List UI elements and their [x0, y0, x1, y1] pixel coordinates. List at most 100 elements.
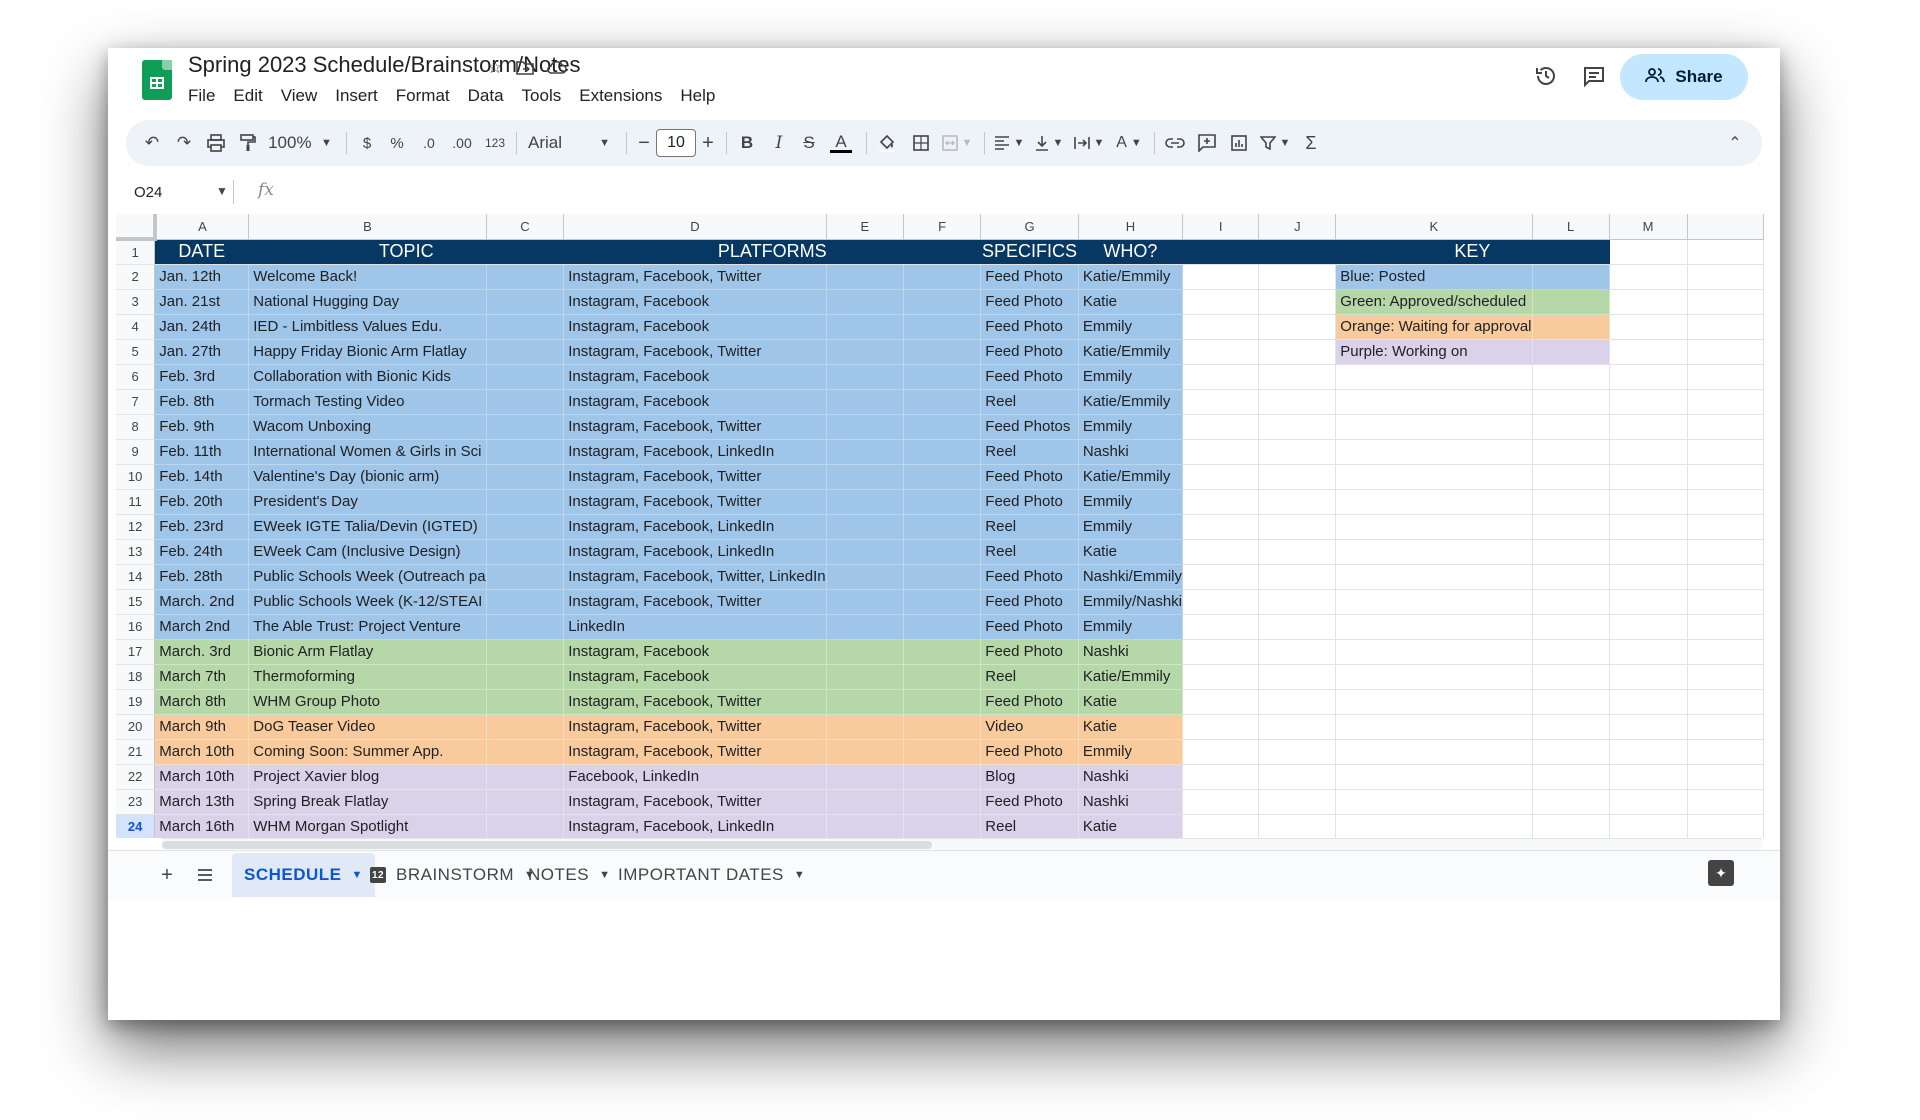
column-header[interactable]: K	[1335, 214, 1533, 240]
grid-cell[interactable]	[1182, 414, 1260, 440]
share-button[interactable]: Share	[1620, 54, 1748, 100]
grid-cell[interactable]	[1182, 764, 1260, 790]
cell-platforms[interactable]: Instagram, Facebook, Twitter	[563, 414, 827, 440]
cell-platforms[interactable]: Instagram, Facebook, Twitter	[563, 264, 827, 290]
font-select[interactable]: Arial ▼	[524, 120, 614, 166]
column-header[interactable]: E	[826, 214, 905, 240]
cell-specifics[interactable]: Reel	[980, 514, 1079, 540]
cell-topic-overflow[interactable]	[486, 739, 565, 765]
key-item[interactable]: Green: Approved/scheduled	[1335, 289, 1533, 315]
cell-topic-overflow[interactable]	[486, 689, 565, 715]
cell-topic[interactable]: EWeek IGTE Talia/Devin (IGTED)	[248, 514, 487, 540]
cell-date[interactable]: Feb. 24th	[154, 539, 250, 565]
menu-edit[interactable]: Edit	[224, 86, 271, 106]
grid-cell[interactable]	[1687, 564, 1764, 590]
grid-cell[interactable]	[1687, 514, 1764, 540]
cell-topic[interactable]: Valentine's Day (bionic arm)	[248, 464, 487, 490]
grid-cell[interactable]	[1182, 364, 1260, 390]
cell-platforms-overflow[interactable]	[826, 364, 905, 390]
cell-topic[interactable]: International Women & Girls in Sci	[248, 439, 487, 465]
header-who[interactable]: WHO?	[1078, 239, 1184, 265]
row-number[interactable]: 12	[116, 514, 156, 540]
cell-platforms[interactable]: Instagram, Facebook, Twitter	[563, 714, 827, 740]
grid-cell[interactable]	[1532, 464, 1610, 490]
cell-platforms[interactable]: Instagram, Facebook	[563, 289, 827, 315]
cell-date[interactable]: March. 3rd	[154, 639, 250, 665]
grid-cell[interactable]	[1687, 664, 1764, 690]
sheet-tab-notes[interactable]: NOTES ▼	[518, 853, 620, 897]
cell-topic-overflow[interactable]	[486, 464, 565, 490]
cell-platforms-overflow[interactable]	[826, 464, 905, 490]
cell-date[interactable]: March 8th	[154, 689, 250, 715]
row-number[interactable]: 22	[116, 764, 156, 790]
decrease-decimal-button[interactable]: .0	[414, 120, 444, 166]
cell-topic[interactable]: Thermoforming	[248, 664, 487, 690]
cell-date[interactable]: March 9th	[154, 714, 250, 740]
cell-date[interactable]: Feb. 28th	[154, 564, 250, 590]
key-item[interactable]: Orange: Waiting for approval	[1335, 314, 1533, 340]
cell-specifics[interactable]: Feed Photo	[980, 264, 1079, 290]
cell-topic-overflow[interactable]	[486, 814, 565, 838]
cell-topic-overflow[interactable]	[486, 289, 565, 315]
grid-cell[interactable]	[1182, 739, 1260, 765]
cell-who[interactable]: Nashki	[1078, 439, 1184, 465]
undo-icon[interactable]: ↶	[138, 120, 166, 166]
grid-cell[interactable]	[1609, 664, 1688, 690]
menu-format[interactable]: Format	[387, 86, 459, 106]
header-platforms[interactable]: PLATFORMS	[563, 239, 982, 265]
cell-specifics[interactable]: Feed Photo	[980, 589, 1079, 615]
grid-cell[interactable]	[1258, 539, 1337, 565]
history-icon[interactable]	[1532, 62, 1560, 90]
cell-topic-overflow[interactable]	[486, 539, 565, 565]
cell-who[interactable]: Emmily	[1078, 739, 1184, 765]
cell-topic[interactable]: Spring Break Flatlay	[248, 789, 487, 815]
grid-cell[interactable]	[1532, 689, 1610, 715]
cell-specifics[interactable]: Feed Photos	[980, 414, 1079, 440]
cell-date[interactable]: March 13th	[154, 789, 250, 815]
cell-topic[interactable]: WHM Group Photo	[248, 689, 487, 715]
grid-cell[interactable]	[1609, 289, 1688, 315]
grid-cell[interactable]	[1609, 514, 1688, 540]
bold-icon[interactable]: B	[734, 120, 760, 166]
cell-platforms-overflow[interactable]	[826, 639, 905, 665]
cell-platforms[interactable]: Instagram, Facebook	[563, 389, 827, 415]
cell-platforms-overflow[interactable]	[903, 639, 982, 665]
grid-cell[interactable]	[1182, 339, 1260, 365]
grid-cell[interactable]	[1182, 439, 1260, 465]
italic-icon[interactable]: I	[766, 120, 792, 166]
row-number[interactable]: 4	[116, 314, 156, 340]
cell-platforms[interactable]: Instagram, Facebook, Twitter	[563, 789, 827, 815]
cell-topic[interactable]: DoG Teaser Video	[248, 714, 487, 740]
cell-topic-overflow[interactable]	[486, 714, 565, 740]
menu-data[interactable]: Data	[459, 86, 513, 106]
grid-cell[interactable]	[1609, 739, 1688, 765]
grid-cell[interactable]	[1687, 239, 1764, 265]
grid-cell[interactable]	[1532, 814, 1610, 838]
row-number[interactable]: 19	[116, 689, 156, 715]
header-key[interactable]: KEY	[1335, 239, 1610, 265]
cell-who[interactable]: Emmily	[1078, 614, 1184, 640]
cell-date[interactable]: March 10th	[154, 739, 250, 765]
font-size-input[interactable]: 10	[656, 129, 696, 157]
grid-cell[interactable]	[1532, 439, 1610, 465]
cell-topic[interactable]: Public Schools Week (Outreach pa	[248, 564, 487, 590]
cell-topic[interactable]: Bionic Arm Flatlay	[248, 639, 487, 665]
grid-cell[interactable]	[1687, 689, 1764, 715]
column-header[interactable]: D	[563, 214, 827, 240]
comment-icon[interactable]	[1192, 120, 1222, 166]
collapse-icon[interactable]: ⌃	[1722, 120, 1748, 166]
cell-topic-overflow[interactable]	[486, 489, 565, 515]
grid-cell[interactable]	[1609, 489, 1688, 515]
grid-cell[interactable]	[1687, 814, 1764, 838]
strikethrough-icon[interactable]: S	[796, 120, 822, 166]
cell-platforms-overflow[interactable]	[826, 289, 905, 315]
grid-cell[interactable]	[1609, 639, 1688, 665]
grid-cell[interactable]	[1335, 489, 1533, 515]
column-header[interactable]	[1687, 214, 1764, 240]
text-color-icon[interactable]: A	[826, 120, 856, 166]
cell-who[interactable]: Nashki/Emmily	[1078, 564, 1184, 590]
all-sheets-icon[interactable]	[190, 851, 220, 899]
cell-who[interactable]: Katie	[1078, 289, 1184, 315]
cell-platforms[interactable]: Instagram, Facebook, Twitter	[563, 489, 827, 515]
menu-extensions[interactable]: Extensions	[570, 86, 671, 106]
